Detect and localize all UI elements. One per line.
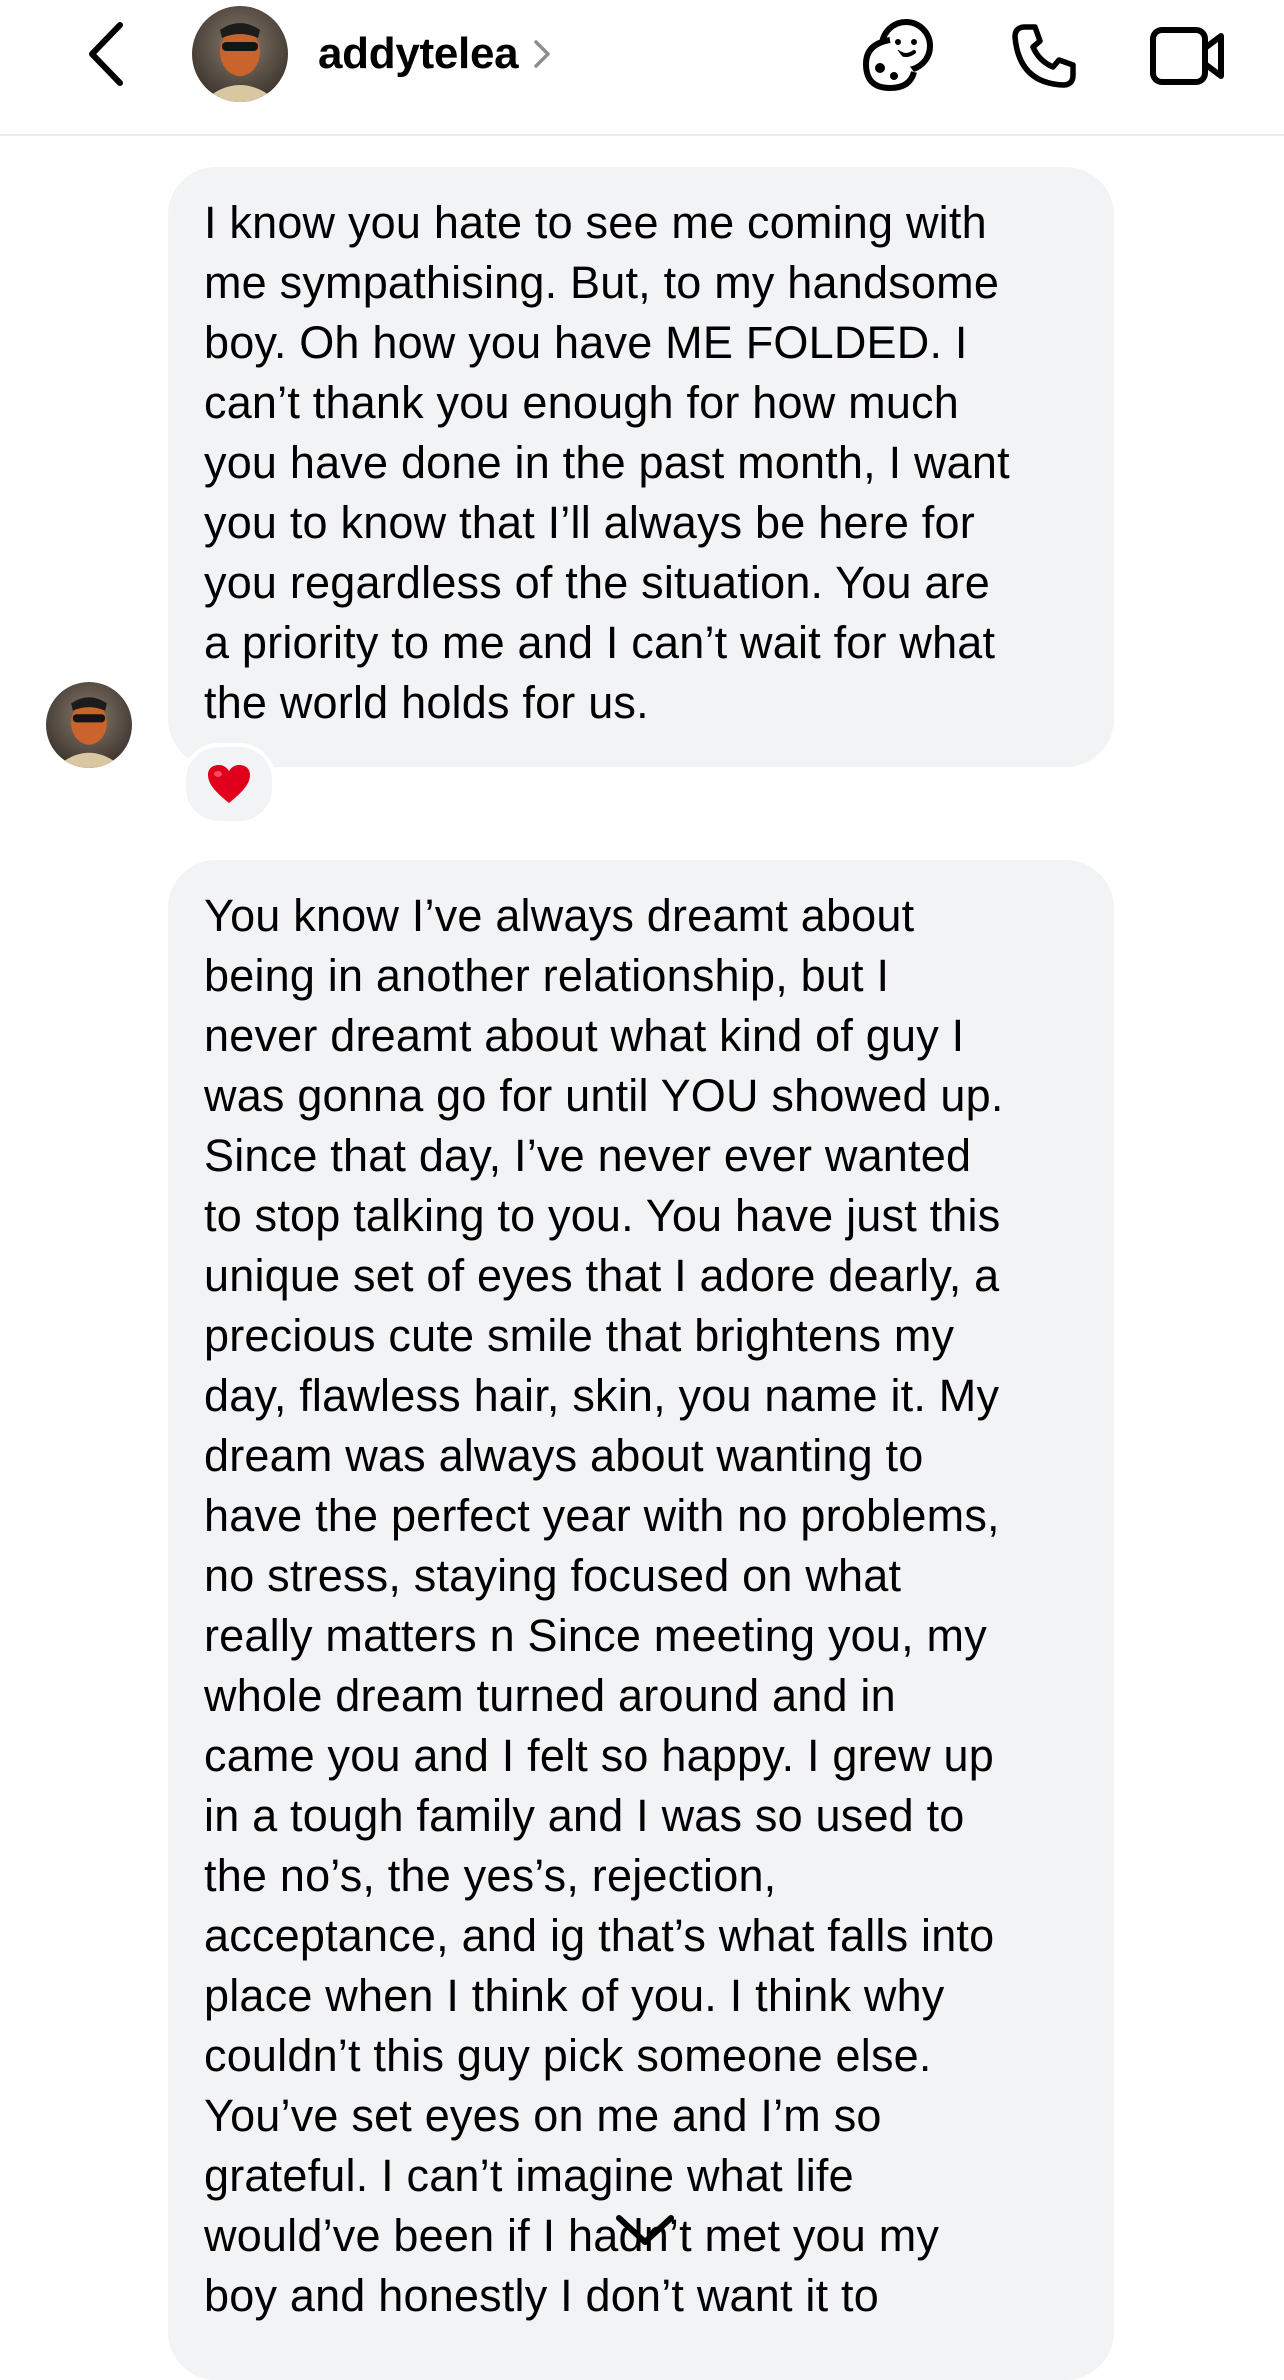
sender-avatar[interactable] bbox=[46, 682, 132, 768]
scroll-to-bottom-button[interactable] bbox=[605, 2200, 685, 2260]
effects-icon bbox=[863, 19, 933, 91]
effects-button[interactable] bbox=[856, 14, 940, 98]
chat-header: addytelea bbox=[0, 0, 1284, 136]
chevron-right-icon bbox=[532, 37, 554, 71]
message-bubble[interactable]: I know you hate to see me coming with me… bbox=[168, 167, 1114, 767]
username: addytelea bbox=[318, 29, 519, 78]
profile-link[interactable]: addytelea bbox=[318, 22, 554, 86]
profile-photo bbox=[46, 682, 132, 768]
profile-photo bbox=[192, 6, 288, 102]
chevron-down-icon bbox=[616, 2215, 674, 2245]
video-camera-icon bbox=[1150, 27, 1224, 85]
audio-call-button[interactable] bbox=[1002, 14, 1086, 98]
avatar[interactable] bbox=[192, 6, 288, 102]
heart-icon bbox=[208, 765, 250, 803]
video-call-button[interactable] bbox=[1146, 14, 1230, 98]
back-button[interactable] bbox=[70, 14, 142, 94]
heart-reaction[interactable] bbox=[182, 743, 276, 825]
chevron-left-icon bbox=[89, 22, 123, 86]
message-bubble[interactable]: You know I’ve always dreamt about being … bbox=[168, 860, 1114, 2380]
phone-icon bbox=[1012, 24, 1076, 88]
